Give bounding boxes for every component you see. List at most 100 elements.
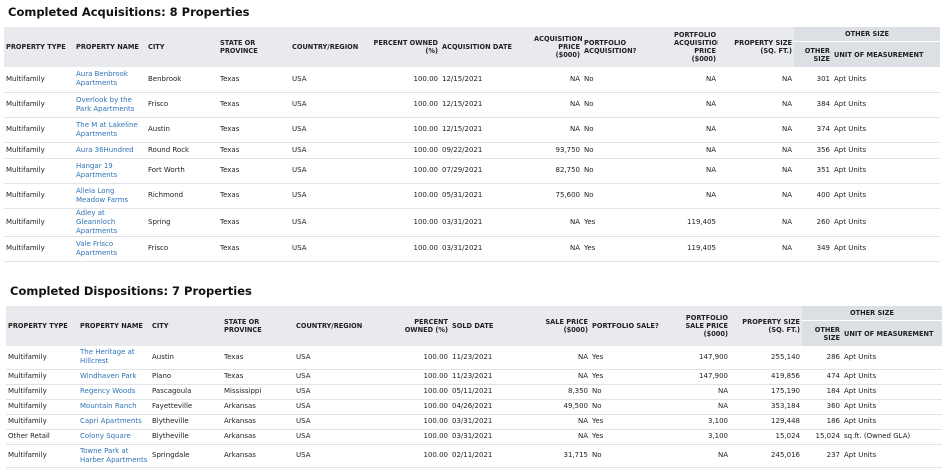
cell-city: Plano — [150, 369, 222, 385]
cell-property-name[interactable]: Adley at Gleannloch Apartments — [74, 208, 146, 237]
acq-col-portfolio-flag: PORTFOLIO ACQUISITION? — [582, 27, 672, 67]
acq-header-row-1: PROPERTY TYPE PROPERTY NAME CITY STATE O… — [4, 27, 940, 67]
cell-country: USA — [294, 429, 384, 445]
cell-other-size: 186 — [802, 414, 842, 430]
table-row: Multifamily The Heritage at Hillcrest Aust… — [6, 346, 942, 370]
cell-percent-owned: 100.00 — [370, 183, 440, 209]
cell-property-name[interactable]: Regency Woods — [78, 384, 150, 400]
cell-portfolio-price: NA — [666, 384, 730, 400]
cell-state: Texas — [222, 346, 294, 370]
cell-property-name[interactable]: Alleia Long Meadow Farms — [74, 183, 146, 209]
cell-date: 11/23/2021 — [450, 369, 522, 385]
cell-date: 03/31/2021 — [450, 429, 522, 445]
cell-portfolio-price: NA — [672, 183, 718, 209]
cell-city: Blytheville — [150, 414, 222, 430]
cell-state: Texas — [218, 142, 290, 159]
cell-portfolio-flag: No — [590, 444, 666, 468]
cell-city: Blytheville — [150, 429, 222, 445]
cell-price: NA — [532, 92, 582, 118]
cell-unit: Apt Units — [842, 399, 942, 415]
cell-property-name[interactable]: The Heritage at Hillcrest — [78, 346, 150, 370]
cell-portfolio-flag: Yes — [582, 236, 672, 262]
cell-property-name[interactable]: Overlook by the Park Apartments — [74, 92, 146, 118]
cell-price: NA — [522, 346, 590, 370]
cell-country: USA — [294, 444, 384, 468]
cell-portfolio-price: 147,900 — [666, 346, 730, 370]
cell-percent-owned: 100.00 — [384, 429, 450, 445]
acq-col-group-other-size: OTHER SIZE — [794, 27, 940, 42]
dispositions-table-body: Multifamily The Heritage at Hillcrest Aust… — [6, 346, 942, 468]
cell-price: NA — [522, 369, 590, 385]
cell-portfolio-price: NA — [672, 67, 718, 93]
cell-other-size: 349 — [794, 236, 832, 262]
cell-property-type: Multifamily — [4, 183, 74, 209]
cell-size-sqft: NA — [718, 236, 794, 262]
cell-property-name[interactable]: Colony Square — [78, 429, 150, 445]
cell-other-size: 384 — [794, 92, 832, 118]
cell-percent-owned: 100.00 — [370, 67, 440, 93]
cell-percent-owned: 100.00 — [384, 444, 450, 468]
table-row: Multifamily Vale Frisco Apartments Frisco T… — [4, 236, 940, 262]
cell-country: USA — [290, 208, 370, 237]
cell-other-size: 474 — [802, 369, 842, 385]
cell-percent-owned: 100.00 — [370, 208, 440, 237]
cell-portfolio-price: NA — [672, 158, 718, 184]
cell-other-size: 260 — [794, 208, 832, 237]
cell-other-size: 400 — [794, 183, 832, 209]
cell-property-name[interactable]: Towne Park at Harber Apartments — [78, 444, 150, 468]
table-row: Other Retail Colony Square Blytheville Arka… — [6, 429, 942, 445]
cell-price: NA — [522, 429, 590, 445]
cell-property-name[interactable]: Aura 36Hundred — [74, 142, 146, 159]
cell-country: USA — [290, 236, 370, 262]
acq-col-country: COUNTRY/REGION — [290, 27, 370, 67]
cell-unit: Apt Units — [832, 158, 940, 184]
acquisitions-table-body: Multifamily Aura Benbrook Apartments Benbr… — [4, 67, 940, 262]
cell-portfolio-price: NA — [666, 399, 730, 415]
cell-country: USA — [290, 158, 370, 184]
cell-portfolio-price: 119,405 — [672, 236, 718, 262]
cell-other-size: 351 — [794, 158, 832, 184]
cell-city: Richmond — [146, 183, 218, 209]
table-row: Multifamily Mountain Ranch Fayetteville Ark… — [6, 399, 942, 415]
cell-percent-owned: 100.00 — [370, 117, 440, 143]
cell-state: Texas — [218, 236, 290, 262]
cell-property-name[interactable]: The M at Lakeline Apartments — [74, 117, 146, 143]
cell-portfolio-price: NA — [672, 117, 718, 143]
cell-other-size: 237 — [802, 444, 842, 468]
cell-property-name[interactable]: Windhaven Park — [78, 369, 150, 385]
cell-property-type: Multifamily — [4, 117, 74, 143]
cell-country: USA — [294, 384, 384, 400]
table-row: Multifamily Towne Park at Harber Apartmen… — [6, 444, 942, 468]
cell-portfolio-price: NA — [672, 142, 718, 159]
cell-property-name[interactable]: Vale Frisco Apartments — [74, 236, 146, 262]
cell-property-name[interactable]: Hangar 19 Apartments — [74, 158, 146, 184]
cell-unit: Apt Units — [832, 67, 940, 93]
cell-country: USA — [294, 399, 384, 415]
cell-percent-owned: 100.00 — [370, 158, 440, 184]
cell-price: 82,750 — [532, 158, 582, 184]
cell-date: 04/26/2021 — [450, 399, 522, 415]
dispositions-section: Completed Dispositions: 7 Properties PRO… — [6, 279, 942, 468]
cell-state: Texas — [218, 158, 290, 184]
cell-country: USA — [294, 346, 384, 370]
disp-col-property-name: PROPERTY NAME — [78, 306, 150, 346]
table-row: Multifamily Alleia Long Meadow Farms Richm… — [4, 183, 940, 209]
cell-property-name[interactable]: Aura Benbrook Apartments — [74, 67, 146, 93]
disp-col-group-other-size: OTHER SIZE — [802, 306, 942, 321]
cell-percent-owned: 100.00 — [370, 142, 440, 159]
cell-property-name[interactable]: Capri Apartments — [78, 414, 150, 430]
cell-size-sqft: NA — [718, 183, 794, 209]
cell-state: Texas — [222, 369, 294, 385]
cell-portfolio-price: 147,900 — [666, 369, 730, 385]
cell-portfolio-flag: Yes — [590, 346, 666, 370]
cell-city: Fayetteville — [150, 399, 222, 415]
cell-property-type: Multifamily — [6, 399, 78, 415]
cell-size-sqft: NA — [718, 92, 794, 118]
cell-property-name[interactable]: Mountain Ranch — [78, 399, 150, 415]
disp-col-unit: UNIT OF MEASUREMENT — [842, 320, 942, 346]
cell-unit: Apt Units — [842, 369, 942, 385]
cell-other-size: 184 — [802, 384, 842, 400]
cell-city: Springdale — [150, 444, 222, 468]
disp-col-size-sqft: PROPERTY SIZE (SQ. FT.) — [730, 306, 802, 346]
acq-col-portfolio-price: PORTFOLIO ACQUISITION PRICE ($000) — [672, 27, 718, 67]
